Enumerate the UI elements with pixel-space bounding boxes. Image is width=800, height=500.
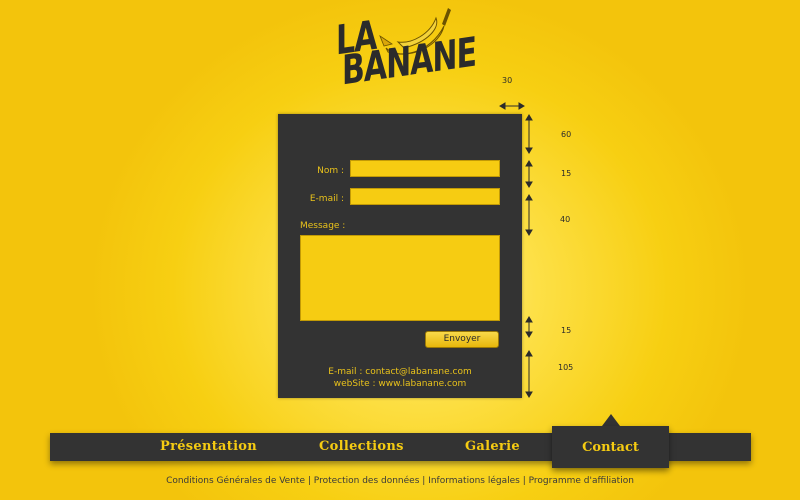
email-input[interactable] xyxy=(350,188,500,205)
dimension-bottom-label: 105 xyxy=(558,363,574,372)
email-label: E-mail : xyxy=(309,194,344,204)
footer-separator: | xyxy=(307,476,311,486)
contact-form-panel: Nom : E-mail : Message : Envoyer E-mail … xyxy=(278,114,522,398)
nav-item-contact-label: Contact xyxy=(582,440,639,455)
footer-link-cgv[interactable]: Conditions Générales de Vente xyxy=(166,476,305,486)
nav-item-collections[interactable]: Collections xyxy=(319,433,404,461)
footer-link-affiliation[interactable]: Programme d'affiliation xyxy=(529,476,634,486)
nav-item-contact[interactable]: Contact xyxy=(552,426,669,468)
dimension-width-label: 30 xyxy=(502,76,513,85)
footer-link-legal[interactable]: Informations légales xyxy=(428,476,520,486)
nav-item-presentation[interactable]: Présentation xyxy=(160,433,257,461)
active-tab-pointer xyxy=(602,414,620,426)
submit-button[interactable]: Envoyer xyxy=(425,331,499,348)
footer-separator: | xyxy=(422,476,426,486)
footer-link-privacy[interactable]: Protection des données xyxy=(314,476,420,486)
nav-item-galerie[interactable]: Galerie xyxy=(465,433,520,461)
name-input[interactable] xyxy=(350,160,500,177)
contact-website: webSite : www.labanane.com xyxy=(333,379,467,389)
message-label: Message : xyxy=(300,221,346,231)
footer-separator: | xyxy=(522,476,526,486)
message-textarea[interactable] xyxy=(300,235,500,321)
footer-links: Conditions Générales de Vente | Protecti… xyxy=(0,476,800,486)
dimension-top-label: 60 xyxy=(561,130,572,139)
dimension-message-gap-label: 40 xyxy=(560,215,571,224)
dimension-button-gap-label: 15 xyxy=(561,326,572,335)
contact-email: E-mail : contact@labanane.com xyxy=(328,367,472,377)
name-label: Nom : xyxy=(317,166,344,176)
dimension-field-gap-label: 15 xyxy=(561,169,572,178)
